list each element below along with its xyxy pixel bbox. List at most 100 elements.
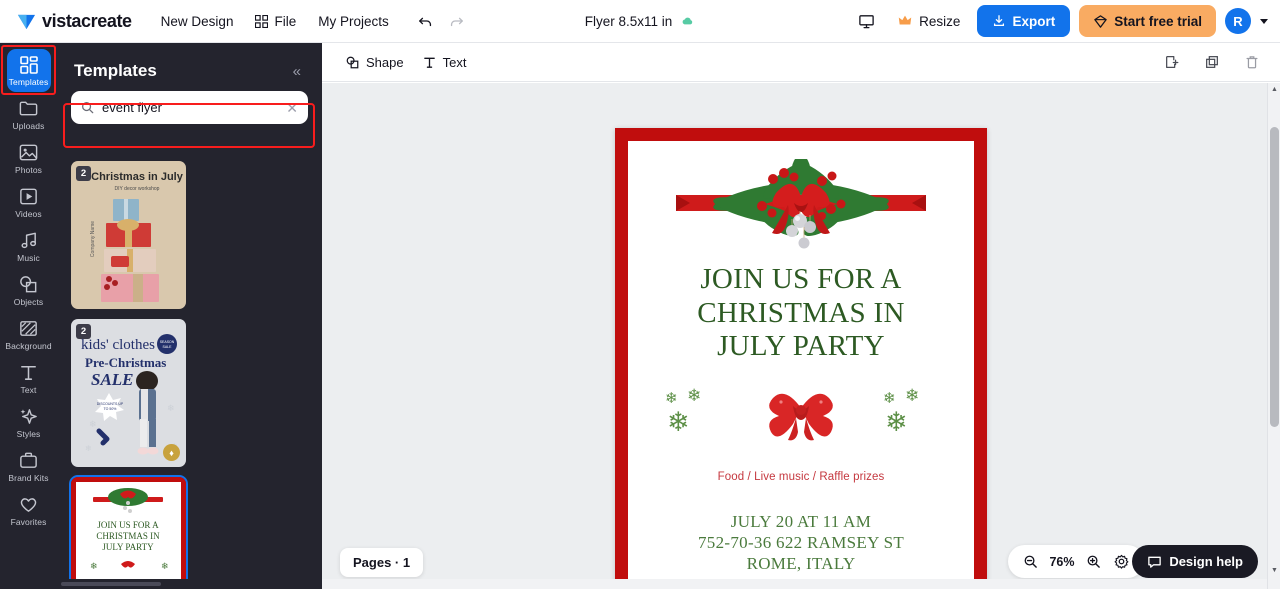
- canvas-vertical-scrollbar[interactable]: ▲ ▼: [1267, 83, 1280, 589]
- svg-text:❄: ❄: [90, 561, 98, 571]
- panel-scroll-thumb[interactable]: [61, 582, 161, 586]
- scroll-down-arrow-icon[interactable]: ▼: [1268, 564, 1280, 577]
- flyer-subline[interactable]: Food / Live music / Raffle prizes: [718, 471, 885, 483]
- zoom-controls: 76%: [1008, 545, 1144, 578]
- undo-button[interactable]: [412, 7, 440, 35]
- export-label: Export: [1012, 13, 1056, 29]
- zoom-out-icon: [1024, 555, 1037, 568]
- template-thumbnail-1: Christmas in July DIY decor workshop Com…: [71, 161, 186, 309]
- search-input[interactable]: [102, 100, 279, 115]
- template-card-3[interactable]: JOIN US FOR A CHRISTMAS IN JULY PARTY ❄ …: [69, 475, 188, 589]
- sidebar-item-styles-label: Styles: [16, 429, 41, 439]
- brand-logo[interactable]: vistacreate: [17, 11, 132, 32]
- template-art-1: Christmas in July DIY decor workshop Com…: [71, 161, 186, 309]
- export-button[interactable]: Export: [977, 5, 1071, 37]
- sidebar-item-templates-label: Templates: [8, 77, 49, 87]
- sidebar-item-uploads-label: Uploads: [12, 121, 45, 131]
- svg-text:JULY PARTY: JULY PARTY: [102, 542, 154, 552]
- sidebar-item-videos[interactable]: Videos: [2, 180, 55, 224]
- canvas-stage[interactable]: JOIN US FOR A CHRISTMAS IN JULY PARTY ❄ …: [322, 83, 1280, 589]
- zoom-in-button[interactable]: [1082, 550, 1105, 573]
- svg-text:❄: ❄: [905, 386, 919, 405]
- sidebar-item-background[interactable]: Background: [2, 312, 55, 356]
- text-tool-label: Text: [442, 54, 467, 70]
- top-bar: vistacreate New Design File My Projects: [0, 0, 1280, 43]
- shape-icon: [346, 56, 359, 68]
- sidebar-item-styles[interactable]: Styles: [2, 400, 55, 444]
- present-icon: [858, 14, 874, 28]
- avatar-initial: R: [1233, 13, 1243, 29]
- sidebar-item-text[interactable]: Text: [2, 356, 55, 400]
- nav-my-projects-label: My Projects: [318, 13, 389, 29]
- sidebar-item-music[interactable]: Music: [2, 224, 55, 268]
- svg-text:❄: ❄: [687, 386, 701, 405]
- search-box[interactable]: ✕: [71, 91, 308, 124]
- pages-button[interactable]: Pages · 1: [340, 548, 424, 577]
- svg-text:❄: ❄: [883, 390, 896, 407]
- svg-text:SEASON: SEASON: [160, 340, 175, 344]
- panel-horizontal-scrollbar[interactable]: [57, 579, 322, 589]
- scroll-up-arrow-icon[interactable]: ▲: [1268, 83, 1280, 96]
- text-tool-button[interactable]: Text: [413, 50, 476, 75]
- canvas-toolbar-right: [1158, 48, 1266, 76]
- nav-my-projects[interactable]: My Projects: [309, 8, 398, 35]
- sidebar-item-brand-kits-label: Brand Kits: [8, 473, 49, 483]
- redo-button[interactable]: [442, 7, 470, 35]
- briefcase-icon: [20, 452, 37, 468]
- flyer-document[interactable]: JOIN US FOR A CHRISTMAS IN JULY PARTY ❄ …: [615, 128, 987, 589]
- canvas-horizontal-scrollbar[interactable]: [322, 579, 1267, 589]
- svg-text:kids' clothes: kids' clothes: [81, 337, 155, 353]
- present-button[interactable]: [852, 7, 880, 35]
- template-card-2[interactable]: 2 ♦ kids' clothes SEASON SALE Pre-Christ…: [71, 319, 186, 467]
- templates-icon: [19, 56, 38, 74]
- design-help-button[interactable]: Design help: [1132, 545, 1258, 578]
- sidebar-item-photos[interactable]: Photos: [2, 136, 55, 180]
- vistacreate-logo-icon: [17, 14, 36, 29]
- sidebar-item-text-label: Text: [20, 385, 37, 395]
- redo-icon: [450, 17, 463, 27]
- top-nav: New Design File My Projects: [152, 7, 470, 35]
- sidebar-item-videos-label: Videos: [15, 209, 42, 219]
- canvas-settings-button[interactable]: [1110, 550, 1133, 573]
- shape-tool-button[interactable]: Shape: [336, 50, 413, 75]
- svg-text:❄: ❄: [667, 407, 690, 437]
- flyer-details[interactable]: JULY 20 AT 11 AM 752-70-36 622 RAMSEY ST…: [698, 511, 904, 575]
- nav-new-design[interactable]: New Design: [152, 8, 243, 35]
- templates-panel: Templates « ✕ 2 Christmas in: [57, 43, 322, 589]
- image-icon: [19, 144, 38, 161]
- zoom-in-icon: [1087, 555, 1100, 568]
- duplicate-button[interactable]: [1198, 48, 1226, 76]
- zoom-out-button[interactable]: [1019, 550, 1042, 573]
- sidebar-item-brand-kits[interactable]: Brand Kits: [2, 444, 55, 488]
- cloud-saved-icon: [682, 17, 692, 24]
- clear-search-icon[interactable]: ✕: [286, 101, 298, 115]
- collapse-panel-button[interactable]: «: [289, 62, 305, 81]
- sidebar-item-templates[interactable]: Templates: [6, 49, 51, 92]
- account-chevron-down-icon[interactable]: [1260, 18, 1268, 24]
- canvas-toolbar: Shape Text: [322, 43, 1280, 82]
- document-title[interactable]: Flyer 8.5x11 in: [585, 14, 696, 29]
- flyer-headline[interactable]: JOIN US FOR A CHRISTMAS IN JULY PARTY: [697, 263, 904, 364]
- heart-icon: [20, 498, 37, 512]
- vistacreate-editor: vistacreate New Design File My Projects: [0, 0, 1280, 589]
- sidebar-item-favorites[interactable]: Favorites: [2, 488, 55, 532]
- sidebar-item-photos-label: Photos: [14, 165, 43, 175]
- sidebar-item-objects[interactable]: Objects: [2, 268, 55, 312]
- avatar[interactable]: R: [1225, 8, 1251, 34]
- top-right-actions: Resize Export Start free trial R: [852, 5, 1268, 37]
- template-page-count-badge: 2: [76, 166, 91, 181]
- add-page-button[interactable]: [1158, 48, 1186, 76]
- resize-button[interactable]: Resize: [889, 7, 968, 35]
- music-icon: [21, 232, 37, 249]
- text-tool-icon: [423, 57, 435, 68]
- template-card-1[interactable]: 2 Christmas in July DIY decor workshop C…: [71, 161, 186, 309]
- nav-file[interactable]: File: [246, 8, 305, 35]
- svg-text:❄: ❄: [85, 444, 92, 453]
- sidebar-item-uploads[interactable]: Uploads: [2, 92, 55, 136]
- start-free-trial-button[interactable]: Start free trial: [1079, 5, 1216, 37]
- sidebar-item-background-label: Background: [5, 341, 52, 351]
- svg-text:❄: ❄: [885, 407, 908, 437]
- canvas-scroll-thumb[interactable]: [1270, 127, 1279, 427]
- delete-button[interactable]: [1238, 48, 1266, 76]
- svg-text:❄: ❄: [167, 403, 175, 413]
